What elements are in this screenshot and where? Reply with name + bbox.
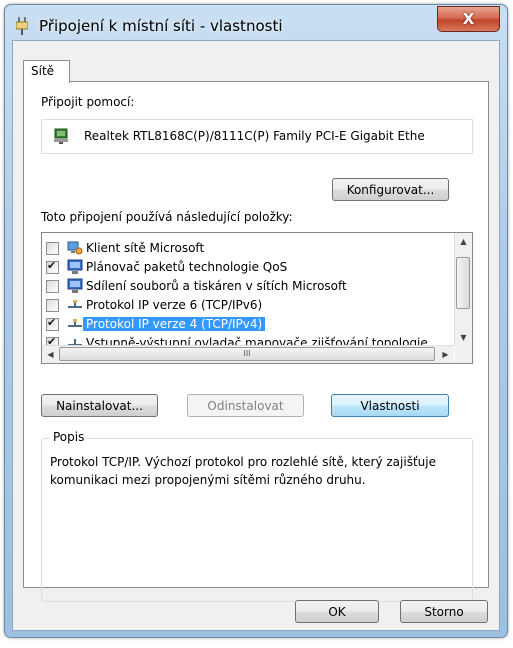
tab-networking[interactable]: Sítě	[23, 60, 70, 83]
tab-label: Sítě	[31, 64, 55, 78]
scroll-down-icon[interactable]: ▼	[455, 329, 472, 346]
scrollbar-corner	[455, 346, 472, 363]
components-list[interactable]: Klient sítě Microsoft Plánovač paketů te…	[41, 232, 473, 364]
list-item-selected[interactable]: Protokol IP verze 4 (TCP/IPv4)	[42, 315, 452, 334]
network-adapter-icon	[54, 128, 68, 144]
vertical-scroll-thumb[interactable]	[456, 257, 470, 309]
item-checkbox[interactable]	[46, 280, 59, 293]
configure-button[interactable]: Konfigurovat...	[332, 178, 449, 201]
list-item[interactable]: Klient sítě Microsoft	[42, 239, 452, 258]
item-label: Plánovač paketů technologie QoS	[86, 260, 288, 274]
item-label: Sdílení souborů a tiskáren v sítích Micr…	[86, 279, 347, 293]
vertical-scrollbar[interactable]: ▲ ▼	[454, 233, 472, 346]
close-button[interactable]: X	[437, 6, 500, 32]
item-label: Klient sítě Microsoft	[86, 241, 205, 255]
description-text: Protokol TCP/IP. Výchozí protokol pro ro…	[50, 455, 436, 487]
properties-window: Připojení k místní síti - vlastnosti X S…	[4, 4, 508, 638]
item-label: Protokol IP verze 4 (TCP/IPv4)	[83, 317, 266, 331]
properties-button[interactable]: Vlastnosti	[331, 394, 449, 417]
description-legend: Popis	[50, 430, 88, 444]
ok-button[interactable]: OK	[295, 600, 379, 623]
item-checkbox[interactable]	[46, 242, 59, 255]
cancel-button[interactable]: Storno	[400, 600, 488, 623]
title-bar[interactable]: Připojení k místní síti - vlastnosti X	[5, 5, 507, 45]
adapter-field: Realtek RTL8168C(P)/8111C(P) Family PCI-…	[41, 119, 473, 154]
file-printer-sharing-icon	[67, 278, 83, 293]
window-title: Připojení k místní síti - vlastnosti	[39, 17, 283, 35]
items-label: Toto připojení používá následující polož…	[41, 210, 293, 224]
scroll-left-icon[interactable]: ◀	[42, 346, 59, 363]
uninstall-button[interactable]: Odinstalovat	[187, 394, 304, 417]
scroll-right-icon[interactable]: ▶	[437, 346, 454, 363]
item-checkbox[interactable]	[46, 299, 59, 312]
adapter-name: Realtek RTL8168C(P)/8111C(P) Family PCI-…	[84, 129, 425, 143]
connect-using-label: Připojit pomocí:	[41, 95, 135, 109]
list-item[interactable]: Plánovač paketů technologie QoS	[42, 258, 452, 277]
network-client-icon	[67, 241, 83, 255]
scroll-grip: III	[243, 349, 251, 358]
networking-tab-panel: Připojit pomocí: Realtek RTL8168C(P)/811…	[23, 81, 489, 602]
protocol-icon	[68, 300, 82, 308]
item-checkbox[interactable]	[46, 316, 59, 331]
install-button[interactable]: Nainstalovat...	[41, 394, 158, 417]
item-label: Protokol IP verze 6 (TCP/IPv6)	[86, 298, 263, 312]
list-item[interactable]: Protokol IP verze 6 (TCP/IPv6)	[42, 296, 452, 315]
horizontal-scrollbar[interactable]: ◀ III ▶	[42, 345, 454, 363]
dialog-client-area: Sítě Připojit pomocí: Realtek RTL8168C(P…	[12, 40, 500, 631]
list-item[interactable]: Sdílení souborů a tiskáren v sítích Micr…	[42, 277, 452, 296]
description-group: Popis Protokol TCP/IP. Výchozí protokol …	[41, 430, 473, 602]
horizontal-scroll-thumb[interactable]: III	[59, 347, 435, 361]
qos-scheduler-icon	[67, 259, 83, 274]
network-plug-icon	[16, 17, 28, 35]
close-icon: X	[462, 10, 475, 28]
scroll-up-icon[interactable]: ▲	[455, 233, 472, 250]
item-checkbox[interactable]	[46, 259, 59, 274]
protocol-icon	[68, 319, 82, 327]
